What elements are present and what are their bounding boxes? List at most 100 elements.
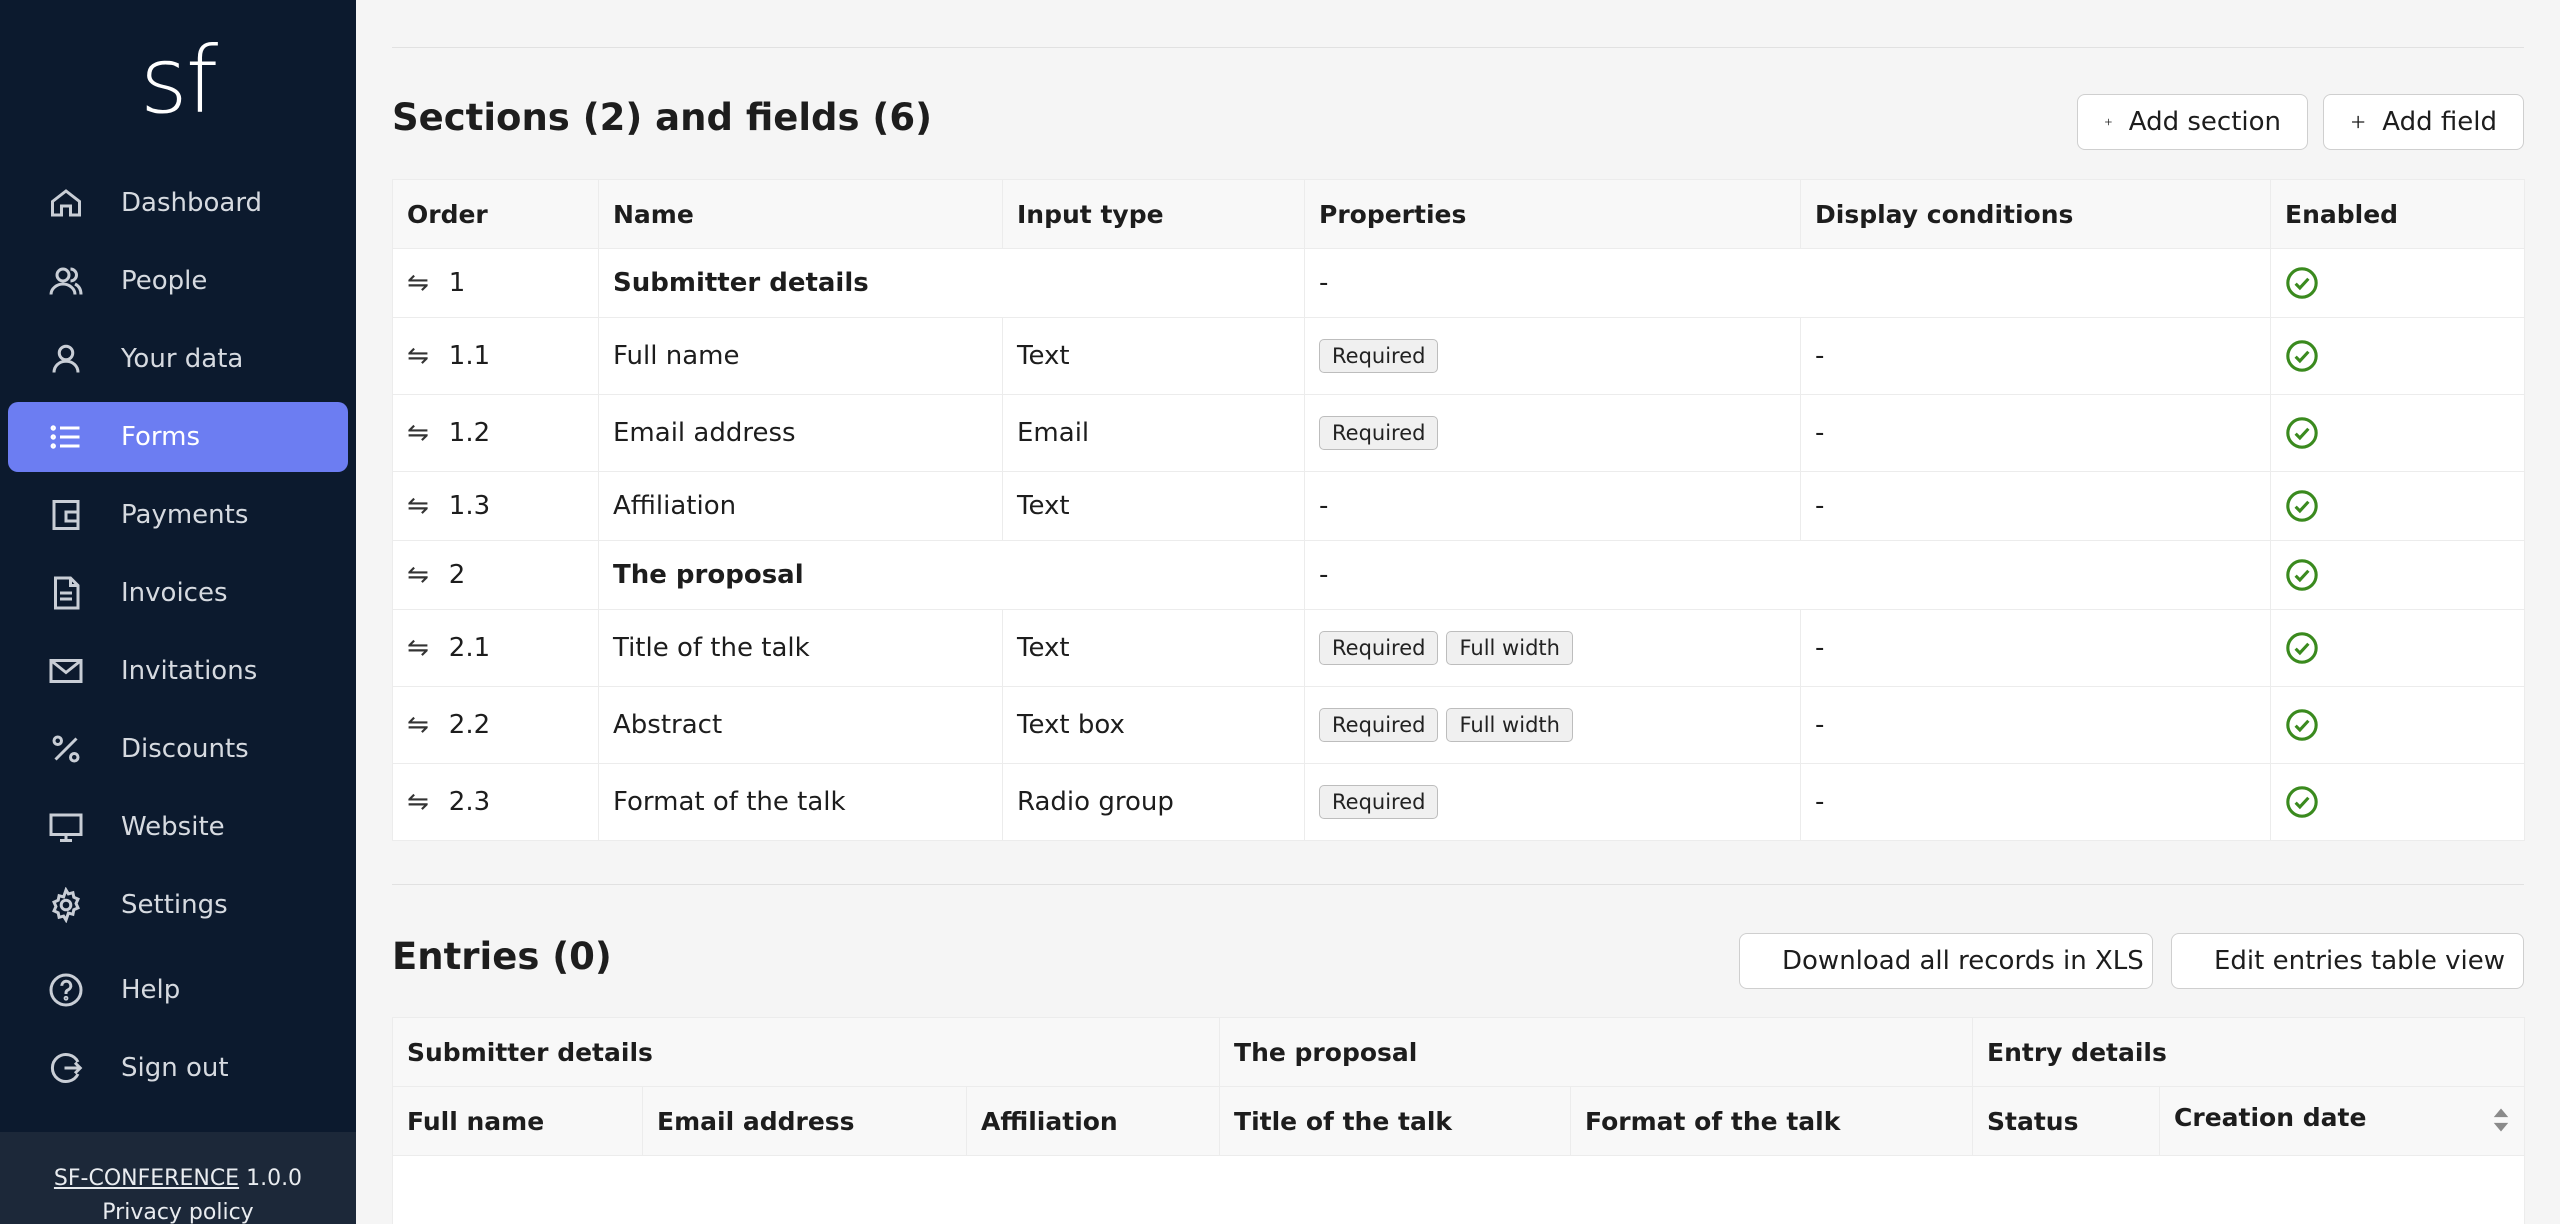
privacy-policy-link[interactable]: Privacy policy [0,1200,356,1224]
sidebar-item-people[interactable]: People [8,246,348,316]
sidebar: sf Dashboard People Your data Forms Paym… [0,0,356,1224]
input-type: Text [1002,609,1305,687]
table-header-row: Full name Email address Affiliation Titl… [392,1086,2526,1156]
column-header: Name [598,179,1003,249]
sidebar-item-dashboard[interactable]: Dashboard [8,168,348,238]
table-row[interactable]: ⇋ 1.1 Full name Text Required - [392,317,2525,395]
column-header[interactable]: Title of the talk [1219,1086,1572,1156]
table-header-row: Order Name Input type Properties Display… [392,179,2525,249]
sidebar-item-payments[interactable]: Payments [8,480,348,550]
order-value: 1.1 [448,341,491,371]
check-circle-icon [2285,266,2510,300]
sidebar-item-invoices[interactable]: Invoices [8,558,348,628]
sidebar-item-label: Your data [121,344,244,374]
sidebar-item-your-data[interactable]: Your data [8,324,348,394]
property-tag: Required [1319,416,1439,450]
plus-icon [2105,118,2112,126]
drag-handle-icon[interactable]: ⇋ [407,633,429,663]
properties-cell: Required [1304,317,1801,395]
properties-cell: Required [1304,394,1801,472]
sidebar-item-forms[interactable]: Forms [8,402,348,472]
add-field-button[interactable]: Add field [2323,94,2524,150]
order-value: 2 [448,560,466,590]
drag-handle-icon[interactable]: ⇋ [407,418,429,448]
sections-title: Sections (2) and fields (6) [392,96,932,139]
check-circle-icon [2285,708,2510,742]
drag-handle-icon[interactable]: ⇋ [407,491,429,521]
order-value: 1 [448,268,466,298]
display-conditions: - [1800,686,2271,764]
properties-cell: Required Full width [1304,609,1801,687]
sidebar-item-invitations[interactable]: Invitations [8,636,348,706]
column-header: Order [392,179,599,249]
sidebar-item-label: Invitations [121,656,258,686]
user-icon [48,341,84,377]
table-row[interactable]: ⇋ 1.2 Email address Email Required - [392,394,2525,472]
input-type: Text [1002,317,1305,395]
column-header[interactable]: Full name [392,1086,643,1156]
column-header: Properties [1304,179,1801,249]
order-value: 1.3 [448,491,491,521]
display-conditions: - [1800,394,2271,472]
entries-table: Submitter details The proposal Entry det… [391,1017,2526,1224]
entries-title: Entries (0) [392,935,612,978]
sidebar-item-website[interactable]: Website [8,792,348,862]
drag-handle-icon[interactable]: ⇋ [407,710,429,740]
add-section-button[interactable]: Add section [2077,94,2308,150]
document-icon [48,575,84,611]
drag-handle-icon[interactable]: ⇋ [407,560,429,590]
drag-handle-icon[interactable]: ⇋ [407,341,429,371]
group-header: The proposal [1219,1017,1974,1087]
section-name: The proposal [598,540,1305,610]
percent-icon [48,731,84,767]
display-conditions: - [1800,609,2271,687]
table-row[interactable]: ⇋ 1.3 Affiliation Text - - [392,471,2525,541]
column-header: Input type [1002,179,1305,249]
table-row[interactable]: ⇋ 2.3 Format of the talk Radio group Requ… [392,763,2525,841]
sidebar-item-help[interactable]: Help [8,955,348,1025]
property-tag: Full width [1446,708,1573,742]
check-circle-icon [2285,416,2510,450]
properties-cell: - [1304,540,2271,610]
column-header[interactable]: Affiliation [965,1086,1221,1156]
sidebar-item-settings[interactable]: Settings [8,870,348,940]
input-type: Email [1002,394,1305,472]
properties-cell: - [1304,471,1801,541]
table-row[interactable]: ⇋ 1 Submitter details - [392,248,2525,318]
drag-handle-icon[interactable]: ⇋ [407,787,429,817]
sidebar-item-discounts[interactable]: Discounts [8,714,348,784]
column-header[interactable]: Status [1972,1086,2161,1156]
app-logo[interactable]: sf [0,26,356,136]
empty-table-body [391,1155,2526,1224]
download-xls-button[interactable]: Download all records in XLS [1739,933,2153,989]
check-circle-icon [2285,785,2510,819]
table-row[interactable]: ⇋ 2.2 Abstract Text box Required Full widt… [392,686,2525,764]
table-row[interactable]: ⇋ 2.1 Title of the talk Text Required Full… [392,609,2525,687]
sidebar-item-sign-out[interactable]: Sign out [8,1033,348,1103]
sidebar-item-label: Invoices [121,578,228,608]
column-header[interactable]: Format of the talk [1570,1086,1974,1156]
sidebar-item-label: Discounts [121,734,249,764]
sidebar-item-label: Dashboard [121,188,263,218]
app-name-link[interactable]: SF-CONFERENCE [54,1166,239,1191]
creation-date-header[interactable]: Creation date [2159,1086,2526,1156]
edit-table-view-button[interactable]: Edit entries table view [2171,933,2524,989]
properties-cell: - [1304,248,2271,318]
input-type: Radio group [1002,763,1305,841]
sidebar-item-label: Settings [121,890,228,920]
sidebar-item-label: Sign out [121,1053,229,1083]
check-circle-icon [2285,558,2510,592]
sections-fields-table: Order Name Input type Properties Display… [392,179,2525,841]
column-header[interactable]: Email address [642,1086,967,1156]
table-row[interactable]: ⇋ 2 The proposal - [392,540,2525,610]
property-tag: Required [1319,631,1439,665]
sort-icon[interactable] [2492,1107,2510,1139]
drag-handle-icon[interactable]: ⇋ [407,268,429,298]
sign-out-icon [48,1050,84,1086]
property-tag: Required [1319,708,1439,742]
sidebar-item-label: Website [121,812,225,842]
field-name: Email address [598,394,1003,472]
sidebar-item-label: Help [121,975,181,1005]
check-circle-icon [2285,489,2510,523]
field-name: Format of the talk [598,763,1003,841]
